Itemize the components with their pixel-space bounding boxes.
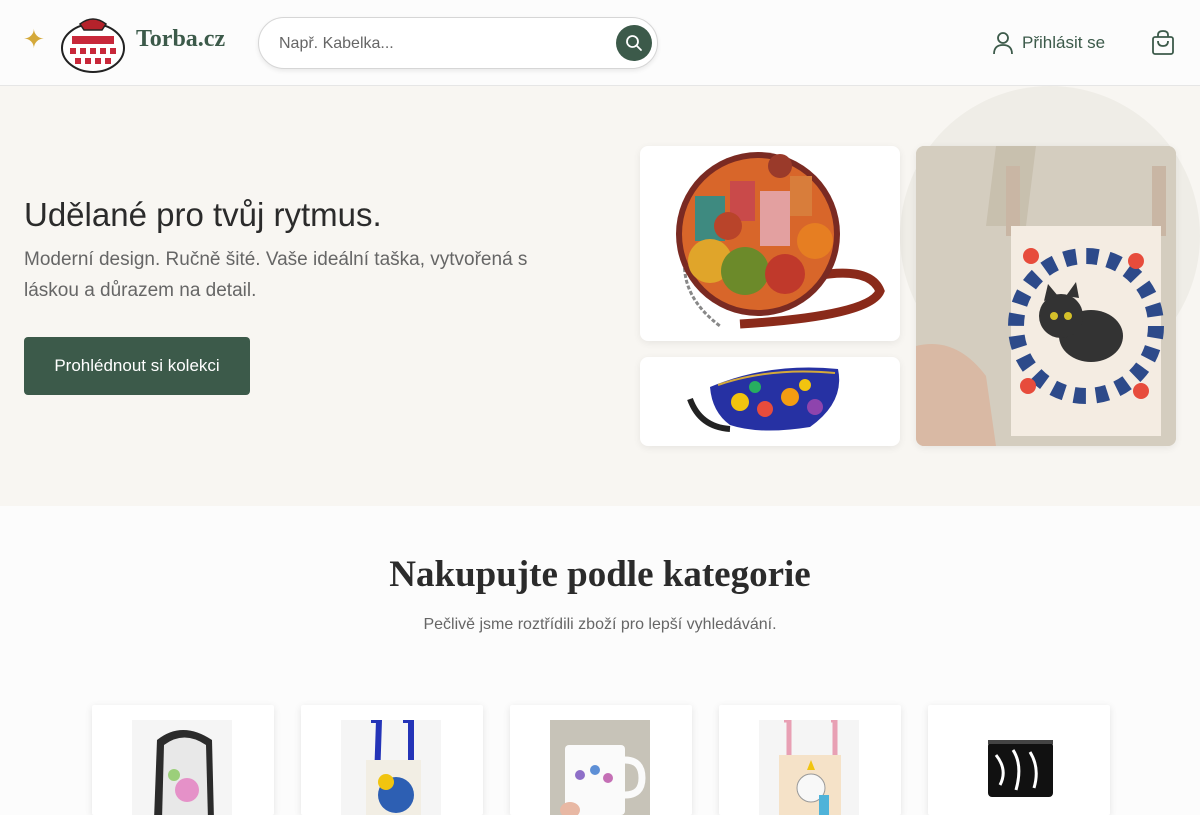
search-button[interactable]	[616, 25, 652, 61]
hero-subtitle: Moderní design. Ručně šité. Vaše ideální…	[24, 249, 528, 301]
category-card-mugs[interactable]	[510, 705, 692, 815]
product-image-cat-bag[interactable]	[916, 146, 1176, 446]
shopping-bag-icon[interactable]	[1150, 30, 1176, 56]
category-card-kids-bags[interactable]	[719, 705, 901, 815]
category-card-pouches[interactable]	[928, 705, 1110, 815]
search-icon	[626, 35, 642, 51]
category-card-backpacks[interactable]	[92, 705, 274, 815]
hero-title: Udělané pro tvůj rytmus.	[24, 196, 382, 233]
product-image-belt-bag[interactable]	[640, 357, 900, 446]
categories-subtitle: Pečlivě jsme roztřídili zboží pro lepší …	[423, 616, 777, 633]
login-label: Přihlásit se	[1022, 33, 1106, 52]
round-bag-illustration	[676, 152, 885, 329]
brand-name[interactable]: Torba.cz	[136, 26, 225, 53]
sparkle-icon: ✦	[23, 24, 45, 54]
product-image-round-bag[interactable]	[640, 146, 900, 341]
site-header: ✦ Torba.cz Přihlásit se	[0, 0, 1200, 86]
pouch-image	[968, 720, 1068, 815]
login-link[interactable]: Přihlásit se	[990, 30, 1105, 56]
logo-image[interactable]	[58, 10, 128, 74]
search-bar	[258, 17, 658, 69]
crossbody-bag-image	[341, 720, 441, 815]
hero-section: Udělané pro tvůj rytmus. Moderní design.…	[0, 86, 1200, 506]
search-input[interactable]	[279, 32, 599, 56]
user-icon	[993, 32, 1013, 55]
belt-bag-illustration	[687, 367, 840, 432]
mug-image	[550, 720, 650, 815]
backpack-image	[132, 720, 232, 815]
browse-collection-button[interactable]: Prohlédnout si kolekci	[24, 337, 250, 395]
category-card-crossbody-bags[interactable]	[301, 705, 483, 815]
cat-bag-illustration	[916, 146, 1176, 446]
categories-title: Nakupujte podle kategorie	[389, 554, 811, 595]
kids-bag-image	[759, 720, 859, 815]
